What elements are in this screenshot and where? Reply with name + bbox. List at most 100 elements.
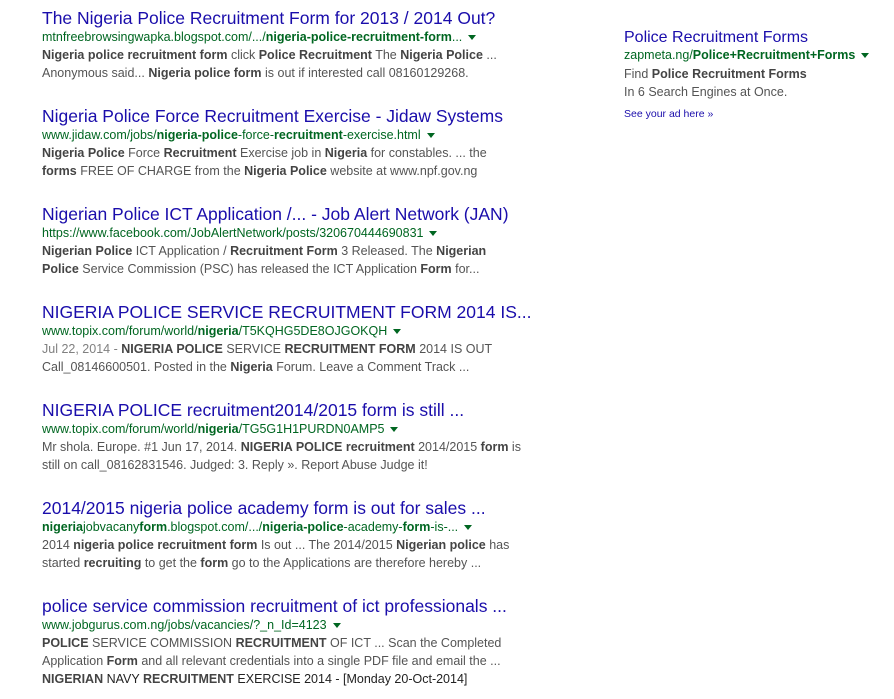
result-snippet: Nigeria police recruitment form click Po… <box>42 46 562 82</box>
text-run: Nigerian <box>436 244 487 258</box>
text-run: FREE OF CHARGE from the <box>76 164 245 178</box>
text-run: mtnfreebrowsingwapka.blogspot.com/.../ <box>42 30 266 44</box>
text-run: form <box>200 556 229 570</box>
search-result: police service commission recruitment of… <box>42 595 562 693</box>
text-run: form <box>480 440 509 454</box>
result-title-link[interactable]: Nigerian Police ICT Application /... - J… <box>42 203 562 225</box>
text-run: to get the <box>141 556 201 570</box>
search-result: 2014/2015 nigeria police academy form is… <box>42 497 562 595</box>
text-run: Nigeria <box>324 146 368 160</box>
dropdown-arrow-icon[interactable] <box>390 427 399 433</box>
text-run: Application <box>42 654 107 668</box>
text-run: recruiting <box>83 556 142 570</box>
dropdown-arrow-icon[interactable] <box>393 329 402 335</box>
text-run: Police Recruitment <box>258 48 372 62</box>
dropdown-arrow-icon[interactable] <box>426 133 435 139</box>
text-run: Form <box>420 262 452 276</box>
text-run: OF ICT ... Scan the Completed <box>326 636 502 650</box>
text-run: Anonymous said... <box>42 66 149 80</box>
dropdown-arrow-icon[interactable] <box>332 623 341 629</box>
see-your-ad-link[interactable]: See your ad here » <box>624 108 894 120</box>
result-snippet: POLICE SERVICE COMMISSION RECRUITMENT OF… <box>42 634 562 670</box>
result-title-link[interactable]: The Nigeria Police Recruitment Form for … <box>42 7 562 29</box>
dropdown-arrow-icon[interactable] <box>468 35 477 41</box>
ad-title-link[interactable]: Police Recruitment Forms <box>624 28 894 47</box>
search-result: Nigeria Police Force Recruitment Exercis… <box>42 105 562 203</box>
text-run: 2014 IS OUT <box>415 342 493 356</box>
text-run: nigeria <box>42 520 83 534</box>
text-run: nigeria-police-recruitment-form <box>265 30 452 44</box>
text-run: 2014 <box>42 538 74 552</box>
result-snippet: Nigeria Police Force Recruitment Exercis… <box>42 144 562 180</box>
text-run: NAVY <box>103 672 143 686</box>
text-run: Nigeria Police <box>400 48 483 62</box>
text-run: /TG5G1H1PURDN0AMP5 <box>238 422 385 436</box>
result-url: mtnfreebrowsingwapka.blogspot.com/.../ni… <box>42 29 562 45</box>
text-run: NIGERIA POLICE recruitment <box>240 440 415 454</box>
text-run: form <box>402 520 431 534</box>
ad-description: Find Police Recruitment Forms In 6 Searc… <box>624 65 894 101</box>
text-run: Nigeria Police <box>244 164 327 178</box>
result-snippet: Nigerian Police ICT Application / Recrui… <box>42 242 562 278</box>
text-run: Forum. Leave a Comment Track ... <box>272 360 470 374</box>
text-run: recruitment <box>274 128 343 142</box>
search-result: NIGERIA POLICE SERVICE RECRUITMENT FORM … <box>42 301 562 399</box>
text-run: website at www.npf.gov.ng <box>326 164 478 178</box>
text-run: RECRUITMENT <box>235 636 327 650</box>
result-title-link[interactable]: Nigeria Police Force Recruitment Exercis… <box>42 105 562 127</box>
text-run: Nigerian police <box>396 538 486 552</box>
dropdown-arrow-icon[interactable] <box>429 231 438 237</box>
text-run: www.topix.com/forum/world/ <box>42 324 198 338</box>
text-run: form <box>139 520 168 534</box>
text-run: Nigerian Police <box>42 244 133 258</box>
result-url: nigeriajobvacanyform.blogspot.com/.../ni… <box>42 519 562 535</box>
text-run: ICT Application / <box>132 244 231 258</box>
result-url: www.jobgurus.com.ng/jobs/vacancies/?_n_I… <box>42 617 562 633</box>
text-run: nigeria-police <box>156 128 238 142</box>
result-title-link[interactable]: NIGERIA POLICE SERVICE RECRUITMENT FORM … <box>42 301 562 323</box>
text-run: Nigeria police form <box>148 66 262 80</box>
text-run: nigeria-police <box>262 520 344 534</box>
text-run: Call_08146600501. Posted in the <box>42 360 231 374</box>
text-run: SERVICE COMMISSION <box>88 636 236 650</box>
text-run: Find <box>624 67 652 81</box>
result-title-link[interactable]: NIGERIA POLICE recruitment2014/2015 form… <box>42 399 562 421</box>
result-title-link[interactable]: 2014/2015 nigeria police academy form is… <box>42 497 562 519</box>
text-run: has <box>485 538 510 552</box>
text-run: Mr shola. Europe. #1 Jun 17, 2014. <box>42 440 241 454</box>
text-run: is <box>508 440 521 454</box>
text-run: In 6 Search Engines at Once. <box>624 85 788 99</box>
text-run: -academy- <box>343 520 403 534</box>
text-run: NIGERIA POLICE <box>121 342 223 356</box>
text-run: www.topix.com/forum/world/ <box>42 422 198 436</box>
dropdown-arrow-icon[interactable] <box>464 525 473 531</box>
text-run: Police+Recruitment+Forms <box>692 48 856 62</box>
text-run: Nigeria Police <box>42 146 125 160</box>
text-run: Force <box>124 146 164 160</box>
text-run: click <box>227 48 259 62</box>
result-url: www.jidaw.com/jobs/nigeria-police-force-… <box>42 127 562 143</box>
result-url: www.topix.com/forum/world/nigeria/TG5G1H… <box>42 421 562 437</box>
text-run: jobvacany <box>83 520 140 534</box>
text-run: .blogspot.com/.../ <box>167 520 263 534</box>
text-run: zapmeta.ng/ <box>624 48 693 62</box>
text-run: 2014/2015 <box>414 440 481 454</box>
text-run: ... <box>451 30 463 44</box>
result-title-link[interactable]: police service commission recruitment of… <box>42 595 562 617</box>
search-result: Nigerian Police ICT Application /... - J… <box>42 203 562 301</box>
text-run: for... <box>451 262 480 276</box>
text-run: ... <box>482 48 497 62</box>
text-run: nigeria <box>197 324 239 338</box>
result-url: https://www.facebook.com/JobAlertNetwork… <box>42 225 562 241</box>
text-run: nigeria police recruitment form <box>73 538 258 552</box>
text-run: 3 Released. The <box>337 244 437 258</box>
text-run: Form <box>106 654 138 668</box>
text-run: Is out ... The 2014/2015 <box>257 538 397 552</box>
dropdown-arrow-icon[interactable] <box>861 53 870 59</box>
text-run: Police Recruitment Forms <box>651 67 807 81</box>
text-run: /T5KQHG5DE8OJGOKQH <box>238 324 388 338</box>
text-run: https://www.facebook.com/JobAlertNetwork… <box>42 226 424 240</box>
text-run: Nigeria police recruitment form <box>42 48 228 62</box>
text-run: nigeria <box>197 422 239 436</box>
text-run: still on call_08162831546. Judged: 3. Re… <box>42 458 428 472</box>
